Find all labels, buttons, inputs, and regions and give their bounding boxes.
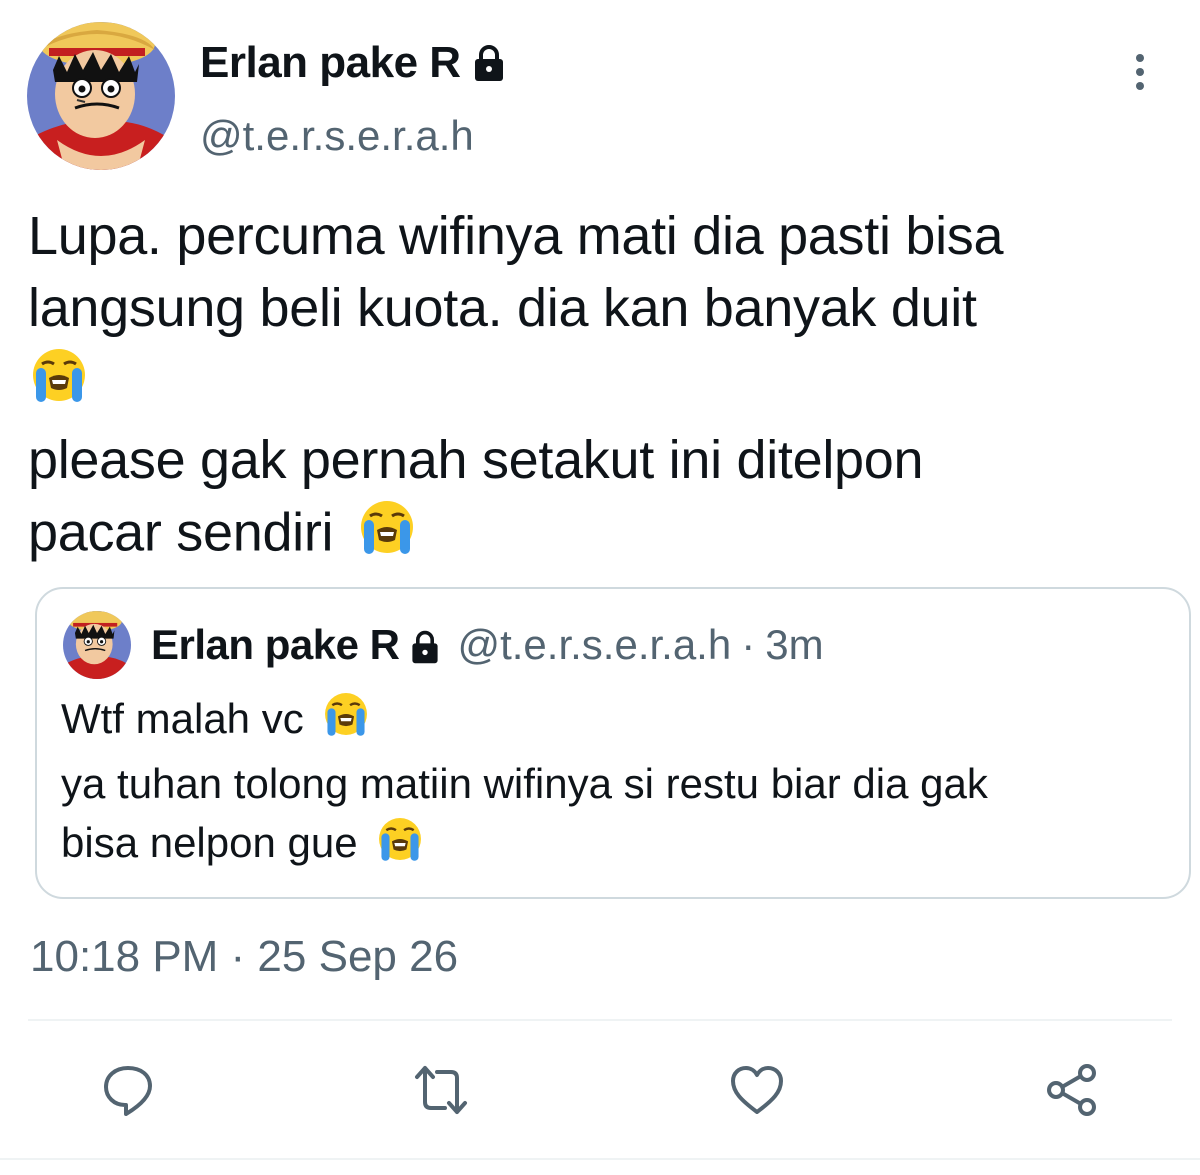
retweet-icon[interactable] bbox=[413, 1062, 469, 1118]
quoted-author-handle: @t.e.r.s.e.r.a.h bbox=[457, 621, 732, 668]
divider bbox=[28, 1019, 1172, 1021]
quoted-time: 3m bbox=[765, 621, 824, 668]
quoted-separator: · bbox=[741, 621, 756, 668]
quoted-line: Wtf malah vc bbox=[61, 695, 304, 742]
tweet-line: pacar sendiri bbox=[28, 502, 334, 563]
like-icon[interactable] bbox=[729, 1062, 785, 1118]
author-name[interactable]: Erlan pake R bbox=[200, 38, 509, 88]
loudly-crying-face-icon bbox=[375, 814, 425, 879]
quoted-first-line: Wtf malah vc bbox=[61, 689, 1171, 754]
share-icon[interactable] bbox=[1044, 1062, 1100, 1118]
tweet-line: langsung beli kuota. dia kan banyak duit bbox=[28, 278, 977, 338]
bottom-divider bbox=[0, 1158, 1200, 1160]
tweet-line: please gak pernah setakut ini ditelpon bbox=[28, 430, 924, 490]
lock-icon bbox=[469, 43, 509, 83]
more-options-icon[interactable] bbox=[1125, 52, 1155, 92]
quoted-line: ya tuhan tolong matiin wifinya si restu … bbox=[61, 760, 988, 808]
reply-icon[interactable] bbox=[100, 1062, 156, 1118]
author-avatar[interactable] bbox=[27, 22, 175, 170]
quoted-tweet-header: Erlan pake R @t.e.r.s.e.r.a.h · 3m bbox=[151, 621, 824, 669]
tweet-timestamp[interactable]: 10:18 PM · 25 Sep 26 bbox=[30, 932, 458, 982]
quoted-author-name: Erlan pake R bbox=[151, 621, 400, 668]
loudly-crying-face-icon bbox=[321, 689, 371, 754]
tweet-last-line: pacar sendiri bbox=[28, 496, 1178, 576]
tweet-emoji-line bbox=[28, 344, 1178, 424]
tweet-line: Lupa. percuma wifinya mati dia pasti bis… bbox=[28, 206, 1004, 266]
quoted-tweet-card[interactable]: Erlan pake R @t.e.r.s.e.r.a.h · 3m Wtf m… bbox=[35, 587, 1191, 899]
loudly-crying-face-icon bbox=[28, 344, 90, 424]
author-handle[interactable]: @t.e.r.s.e.r.a.h bbox=[200, 112, 474, 160]
lock-icon bbox=[407, 627, 443, 664]
author-display-name: Erlan pake R bbox=[200, 38, 461, 87]
quoted-tweet-text: Wtf malah vc ya tuhan tolong matiin wifi… bbox=[61, 689, 1171, 879]
quoted-last-line: bisa nelpon gue bbox=[61, 813, 1171, 878]
quoted-author-avatar bbox=[63, 611, 131, 679]
quoted-line: bisa nelpon gue bbox=[61, 819, 358, 867]
tweet-text: Lupa. percuma wifinya mati dia pasti bis… bbox=[28, 200, 1178, 576]
loudly-crying-face-icon bbox=[356, 496, 418, 576]
tweet: Erlan pake R @t.e.r.s.e.r.a.h Lupa. perc… bbox=[0, 0, 1200, 1175]
